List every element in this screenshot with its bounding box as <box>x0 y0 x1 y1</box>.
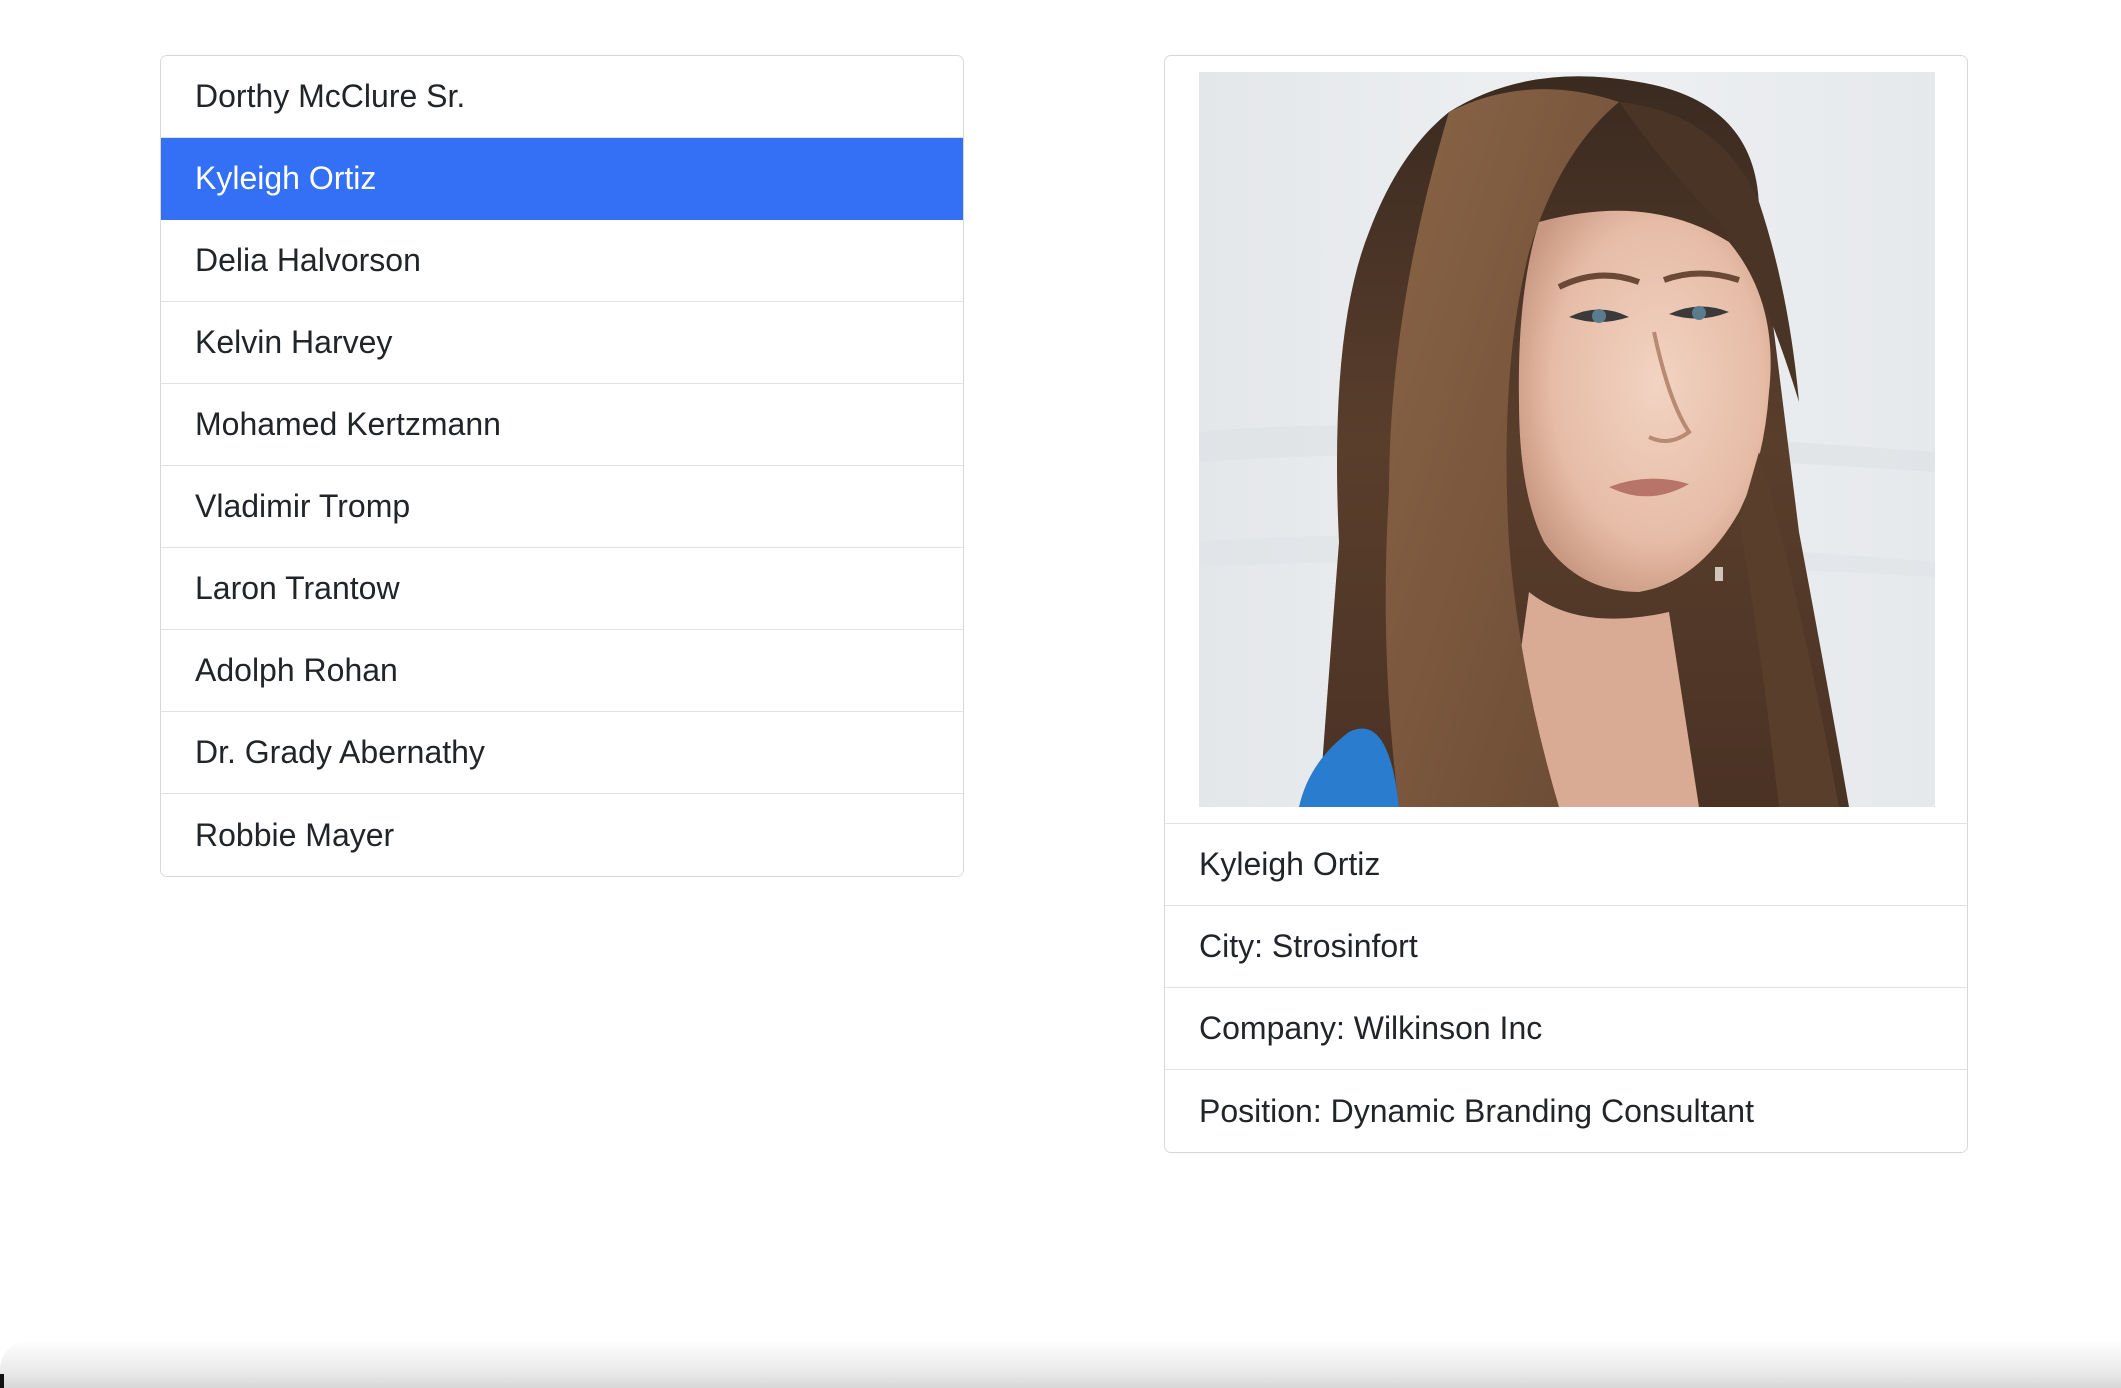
window-bottom-edge <box>0 1340 2121 1388</box>
person-photo <box>1199 72 1935 807</box>
detail-company: Company: Wilkinson Inc <box>1165 988 1967 1070</box>
list-item-dorthy-mcclure[interactable]: Dorthy McClure Sr. <box>161 56 963 138</box>
detail-name: Kyleigh Ortiz <box>1165 824 1967 906</box>
detail-city: City: Strosinfort <box>1165 906 1967 988</box>
list-item-laron-trantow[interactable]: Laron Trantow <box>161 548 963 630</box>
list-item-adolph-rohan[interactable]: Adolph Rohan <box>161 630 963 712</box>
list-item-robbie-mayer[interactable]: Robbie Mayer <box>161 794 963 876</box>
list-item-delia-halvorson[interactable]: Delia Halvorson <box>161 220 963 302</box>
list-item-mohamed-kertzmann[interactable]: Mohamed Kertzmann <box>161 384 963 466</box>
detail-position: Position: Dynamic Branding Consultant <box>1199 1092 1754 1129</box>
photo-container <box>1165 56 1967 824</box>
person-detail-card: Kyleigh Ortiz City: Strosinfort Company:… <box>1164 55 1968 1153</box>
people-list: Dorthy McClure Sr. Kyleigh Ortiz Delia H… <box>160 55 964 877</box>
window-corner <box>0 1374 4 1388</box>
list-item-grady-abernathy[interactable]: Dr. Grady Abernathy <box>161 712 963 794</box>
list-item-kelvin-harvey[interactable]: Kelvin Harvey <box>161 302 963 384</box>
list-item-kyleigh-ortiz[interactable]: Kyleigh Ortiz <box>161 138 963 220</box>
list-item-vladimir-tromp[interactable]: Vladimir Tromp <box>161 466 963 548</box>
